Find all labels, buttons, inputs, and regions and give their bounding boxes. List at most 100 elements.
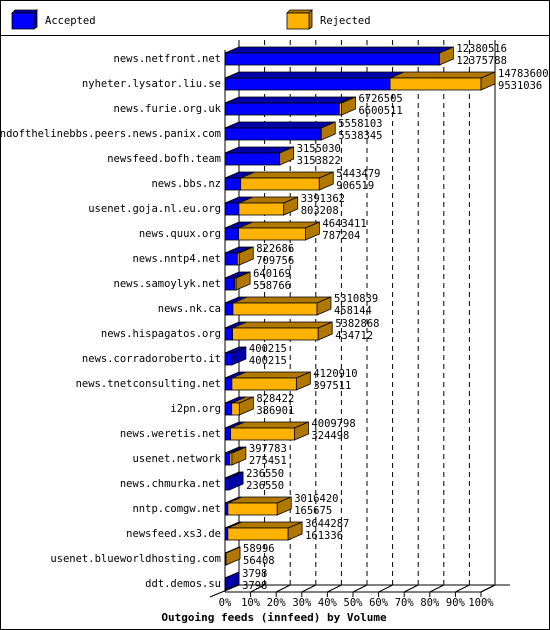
bar-row: news.quux.org 4643411787204 (139, 218, 367, 242)
data-label-total: 5310839 (334, 293, 378, 305)
legend-swatch-top (11, 9, 38, 14)
x-tick-label: 30% (292, 597, 312, 609)
data-label-total: 400215 (249, 343, 287, 355)
bar-rejected-top (389, 71, 496, 79)
x-tick-label: 20% (267, 597, 287, 609)
data-label-total: 3391362 (301, 193, 345, 205)
bar-row: usenet.network 397783275451 (132, 443, 286, 467)
data-label-total: 828422 (256, 393, 294, 405)
data-label-accepted: 397511 (313, 380, 351, 392)
bar-accepted (224, 177, 242, 191)
bar-accepted (224, 152, 281, 166)
bar-row: news.nk.ca 5310839458144 (158, 293, 378, 317)
data-label-total: 5558103 (338, 118, 382, 130)
category-label: news.samoylyk.net (114, 278, 221, 290)
bar-row: ddt.demos.su 37983798 (145, 568, 267, 592)
bar-rejected (238, 202, 285, 216)
bar-accepted (224, 277, 236, 291)
bar-accepted (224, 302, 234, 316)
bar-accepted (224, 377, 233, 391)
bar-rejected-top (232, 296, 332, 304)
legend-swatch-side (33, 9, 38, 30)
x-tick-label: 70% (395, 597, 415, 609)
category-label: news.bbs.nz (151, 178, 221, 190)
bar-accepted (224, 352, 233, 366)
legend: Accepted Rejected (11, 9, 371, 30)
bar-rejected (227, 502, 278, 516)
bar-accepted (224, 527, 229, 541)
floor-grid-line (327, 584, 342, 593)
data-label-accepted: 236550 (246, 480, 284, 492)
data-label-accepted: 275451 (249, 455, 287, 467)
bar-accepted (224, 102, 340, 116)
x-tick-label: 50% (344, 597, 364, 609)
category-label: usenet.blueworldhosting.com (50, 553, 221, 565)
bar-rejected (227, 527, 289, 541)
data-label-total: 640169 (253, 268, 291, 280)
category-label: news.chmurka.net (120, 478, 221, 490)
bar-accepted-top (224, 71, 405, 79)
bar-side (224, 571, 240, 591)
data-label-accepted: 56408 (243, 555, 275, 567)
data-label-accepted: 9531036 (498, 80, 542, 92)
data-label-total: 236550 (246, 468, 284, 480)
data-label-total: 6726505 (358, 93, 402, 105)
category-label: news.nntp4.net (132, 253, 221, 265)
data-label-accepted: 12375788 (456, 55, 507, 67)
category-label: news.nk.ca (158, 303, 221, 315)
bar-row: news.chmurka.net 236550236550 (120, 468, 284, 492)
data-label-total: 58996 (243, 543, 275, 555)
data-label-accepted: 709756 (256, 255, 294, 267)
bar-accepted (224, 127, 322, 141)
data-label-total: 822686 (256, 243, 294, 255)
bar-row: usenet.blueworldhosting.com 5899656408 (50, 543, 274, 567)
bars: news.netfront.net1238051612375788nyheter… (0, 43, 549, 592)
x-tick-label: 100% (468, 597, 494, 609)
chart-title: Outgoing feeds (innfeed) by Volume (161, 611, 387, 624)
bar-accepted (224, 252, 238, 266)
bar-accepted (224, 477, 230, 491)
floor-grid-line (403, 584, 419, 593)
floor-grid-line (378, 584, 393, 593)
floor-grid-line (429, 584, 445, 593)
bar-row: i2pn.org 828422386901 (170, 393, 294, 417)
category-label: i2pn.org (170, 403, 221, 415)
legend-swatch (11, 12, 35, 30)
data-label-total: 12380516 (456, 43, 507, 55)
data-label-total: 5382868 (335, 318, 379, 330)
bar-row: usenet.goja.nl.eu.org 3391362803208 (88, 193, 345, 217)
data-label-total: 4009798 (311, 418, 355, 430)
bar-accepted (224, 77, 391, 91)
bar-rejected (230, 427, 295, 441)
bar-row: news.nntp4.net 822686709756 (132, 243, 294, 267)
bar-accepted (224, 52, 440, 66)
data-label-total: 3798 (242, 568, 267, 580)
category-label: newsfeed.bofh.team (107, 153, 221, 165)
category-label: newsfeed.xs3.de (126, 528, 221, 540)
bar-rejected-top (240, 171, 334, 179)
x-tick-label: 40% (318, 597, 338, 609)
bar-accepted (224, 227, 240, 241)
bar-rejected (389, 77, 482, 91)
data-label-accepted: 165675 (294, 505, 332, 517)
bar-row: news.hispagatos.org 5382868434712 (101, 318, 380, 342)
bar-rejected-top (232, 321, 333, 329)
bar-row: newsfeed.xs3.de 3644287161336 (126, 518, 349, 542)
data-label-accepted: 324498 (311, 430, 349, 442)
bar-row: news.tnetconsulting.net 4120910397511 (76, 368, 358, 392)
bar-accepted (224, 502, 229, 516)
bar-accepted-top (224, 121, 336, 129)
category-label: endofthelinebbs.peers.news.panix.com (0, 128, 221, 140)
x-axis: 0% 10% 20% 30% 40% 50% 60% 70% 80% 90% 100% (219, 597, 495, 609)
legend-label: Rejected (320, 15, 371, 27)
bar-rejected (238, 227, 306, 241)
data-label-total: 397783 (249, 443, 287, 455)
bar-row: nyheter.lysator.liu.se 147836009531036 (82, 68, 549, 92)
category-label: usenet.goja.nl.eu.org (88, 203, 221, 215)
bar-accepted-top (224, 96, 354, 104)
data-label-total: 3016420 (294, 493, 338, 505)
category-label: news.hispagatos.org (101, 328, 221, 340)
floor-grid-line (455, 584, 470, 593)
floor-grid-line (301, 584, 317, 593)
data-label-accepted: 787204 (322, 230, 360, 242)
